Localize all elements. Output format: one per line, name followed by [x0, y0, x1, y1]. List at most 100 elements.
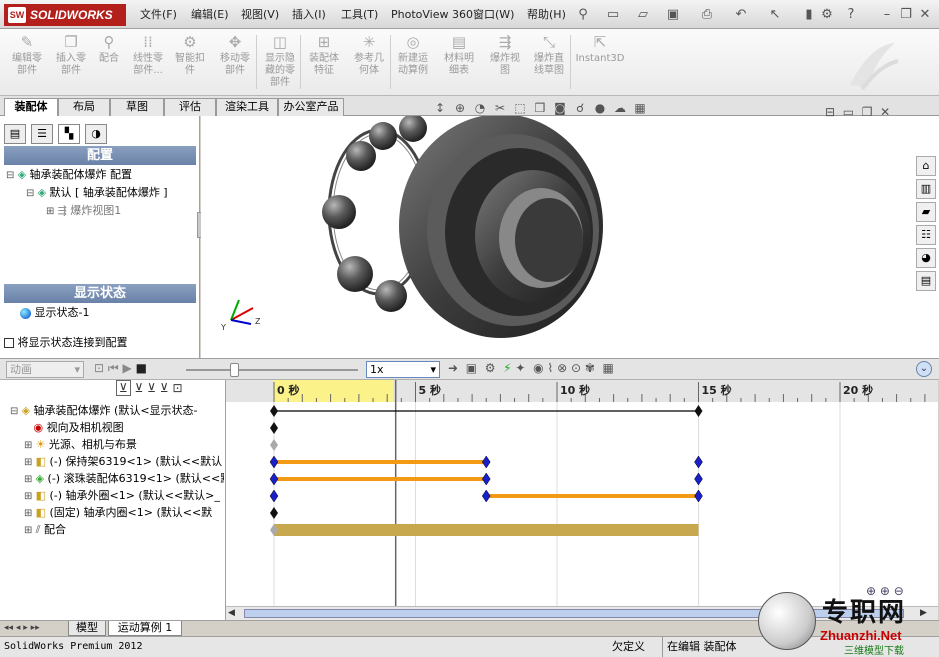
- ribbon-button[interactable]: ◫ 显示隐 藏的零 部件: [258, 33, 302, 93]
- save-animation-icon[interactable]: ▣: [466, 361, 477, 375]
- tab-nav-icons[interactable]: ◂◂ ◂ ▸ ▸▸: [4, 623, 40, 633]
- viewport-minimize-icon[interactable]: ▭: [843, 105, 854, 119]
- motion-tree-item[interactable]: ⊞ ⫽ 配合: [10, 521, 224, 538]
- appearances-icon[interactable]: ◕: [916, 248, 936, 268]
- ribbon-button[interactable]: ⤡ 爆炸直 线草图: [528, 33, 570, 93]
- file-explorer-icon[interactable]: ▰: [916, 202, 936, 222]
- motion-tree-item[interactable]: ⊞ ◧ (-) 保持架6319<1> (默认<<默认: [10, 453, 224, 470]
- tab-3[interactable]: 评估: [164, 98, 216, 116]
- viewport-close-icon[interactable]: ✕: [880, 105, 890, 119]
- filter-animated-icon[interactable]: ⊻: [116, 380, 131, 396]
- autokey-icon[interactable]: ⚡: [503, 361, 511, 375]
- ribbon-button[interactable]: ❐ 插入零 部件: [50, 33, 92, 93]
- key-point[interactable]: [269, 489, 279, 503]
- filter-driving-icon[interactable]: ⊻: [135, 381, 144, 395]
- undo-icon[interactable]: ↶: [732, 6, 750, 24]
- menu-item[interactable]: 视图(V): [238, 6, 282, 24]
- dynamic-annotation-icon[interactable]: ⬚: [510, 101, 530, 115]
- ribbon-button[interactable]: ✎ 编辑零 部件: [6, 33, 48, 93]
- tab-4[interactable]: 渲染工具: [216, 98, 278, 116]
- key-point[interactable]: [270, 507, 278, 519]
- display-manager-tab-icon[interactable]: ◑: [85, 124, 107, 144]
- tab-5[interactable]: 办公室产品: [278, 98, 344, 116]
- contact-icon[interactable]: ✾: [585, 361, 595, 375]
- change-bar[interactable]: [274, 477, 487, 481]
- motion-tree-item[interactable]: ⊞ ◈ (-) 滚珠装配体6319<1> (默认<<默: [10, 470, 224, 487]
- collapse-motion-icon[interactable]: ⌄: [916, 361, 932, 377]
- tile-icon[interactable]: ⊟: [825, 105, 835, 119]
- change-bar[interactable]: [486, 494, 699, 498]
- ribbon-button[interactable]: ▤ 材料明 细表: [438, 33, 480, 93]
- bearing-model[interactable]: Y Z: [201, 114, 939, 358]
- add-key-icon[interactable]: ✦: [515, 361, 525, 375]
- view-orientation-icon[interactable]: ❒: [530, 101, 550, 115]
- key-point[interactable]: [694, 472, 703, 486]
- motion-tree-item[interactable]: ◉ 视向及相机视图: [10, 419, 224, 436]
- motion-tree-item[interactable]: ⊞ ◧ (-) 轴承外圈<1> (默认<<默认>_: [10, 487, 224, 504]
- rewind-icon[interactable]: ⏮: [108, 361, 119, 375]
- expand-icon[interactable]: ⊟: [26, 188, 38, 199]
- graphics-area[interactable]: Y Z ⊟ ▭ ❐ ✕: [201, 105, 939, 358]
- config-tree-item[interactable]: ⊞ ⇶ 爆炸视图1: [6, 202, 198, 220]
- expand-icon[interactable]: ⊞: [24, 474, 36, 485]
- key-point[interactable]: [481, 455, 491, 469]
- config-tree-item[interactable]: ⊟ ◈ 轴承装配体爆炸 配置: [6, 166, 198, 184]
- custom-properties-icon[interactable]: ▤: [916, 271, 936, 291]
- zoom-fit-icon[interactable]: ↕: [430, 101, 450, 115]
- pin-icon[interactable]: ⚲: [574, 6, 592, 24]
- select-icon[interactable]: ↖: [766, 6, 784, 24]
- solidworks-logo[interactable]: SW SOLIDWORKS: [4, 4, 126, 26]
- filter-selected-icon[interactable]: ⊻: [147, 381, 156, 395]
- menu-item[interactable]: 编辑(E): [188, 6, 232, 24]
- expand-icon[interactable]: ⊞: [24, 440, 36, 451]
- design-library-icon[interactable]: ▥: [916, 179, 936, 199]
- config-manager-tab-icon[interactable]: ▚: [58, 124, 80, 144]
- change-bar[interactable]: [274, 460, 487, 464]
- ribbon-button[interactable]: ⁞⁞ 线性零 部件...: [128, 33, 168, 93]
- help-icon[interactable]: ?: [842, 6, 860, 24]
- expand-icon[interactable]: ⊞: [24, 508, 36, 519]
- damper-icon[interactable]: ⊗: [557, 361, 567, 375]
- restore-icon[interactable]: ❐: [897, 6, 915, 24]
- display-style-icon[interactable]: ◙: [550, 101, 570, 115]
- key-point[interactable]: [270, 439, 278, 451]
- playback-slider[interactable]: [186, 369, 358, 371]
- options-icon[interactable]: ⚙: [818, 6, 836, 24]
- expand-icon[interactable]: ⊞: [24, 525, 36, 536]
- menu-item[interactable]: 插入(I): [289, 6, 329, 24]
- calculate-icon[interactable]: ⊡: [94, 361, 104, 375]
- ribbon-button[interactable]: ⚲ 配合: [94, 33, 124, 93]
- playback-speed-select[interactable]: 1x ▾: [366, 361, 440, 378]
- expand-icon[interactable]: ⊞: [46, 206, 58, 217]
- key-point[interactable]: [269, 455, 279, 469]
- hide-show-icon[interactable]: ☌: [570, 101, 590, 115]
- ribbon-button[interactable]: ⇶ 爆炸视图: [484, 33, 526, 93]
- expand-icon[interactable]: ⊟: [6, 170, 18, 181]
- view-palette-icon[interactable]: ☷: [916, 225, 936, 245]
- tab-motion-study[interactable]: 运动算例 1: [108, 621, 182, 636]
- menu-item[interactable]: 窗口(W): [470, 6, 517, 24]
- key-point[interactable]: [694, 405, 703, 417]
- expand-icon[interactable]: ⊞: [24, 491, 36, 502]
- appearance-icon[interactable]: ●: [590, 101, 610, 115]
- mate-change-bar[interactable]: [274, 524, 699, 536]
- minimize-icon[interactable]: –: [878, 6, 896, 24]
- tab-model[interactable]: 模型: [68, 621, 106, 636]
- previous-view-icon[interactable]: ◔: [470, 101, 490, 115]
- viewport-restore-icon[interactable]: ❐: [862, 105, 873, 119]
- motion-tree-item[interactable]: ⊞ ☀ 光源、相机与布景: [10, 436, 224, 453]
- tab-0[interactable]: 装配体: [4, 98, 58, 116]
- key-point[interactable]: [269, 472, 279, 486]
- motor-icon[interactable]: ◉: [533, 361, 543, 375]
- motion-tree-item[interactable]: ⊞ ◧ (固定) 轴承内圈<1> (默认<<默: [10, 504, 224, 521]
- property-manager-tab-icon[interactable]: ☰: [31, 124, 53, 144]
- results-icon[interactable]: ▦: [603, 361, 614, 375]
- play-icon[interactable]: ▶: [123, 361, 132, 375]
- rebuild-icon[interactable]: ▮: [800, 6, 818, 24]
- expand-icon[interactable]: ⊞: [24, 457, 36, 468]
- key-point[interactable]: [694, 455, 703, 469]
- ribbon-button[interactable]: ◎ 新建运 动算例: [392, 33, 434, 93]
- close-icon[interactable]: ✕: [916, 6, 934, 24]
- config-tree-item[interactable]: ⊟ ◈ 默认 [ 轴承装配体爆炸 ]: [6, 184, 198, 202]
- key-point[interactable]: [270, 422, 278, 434]
